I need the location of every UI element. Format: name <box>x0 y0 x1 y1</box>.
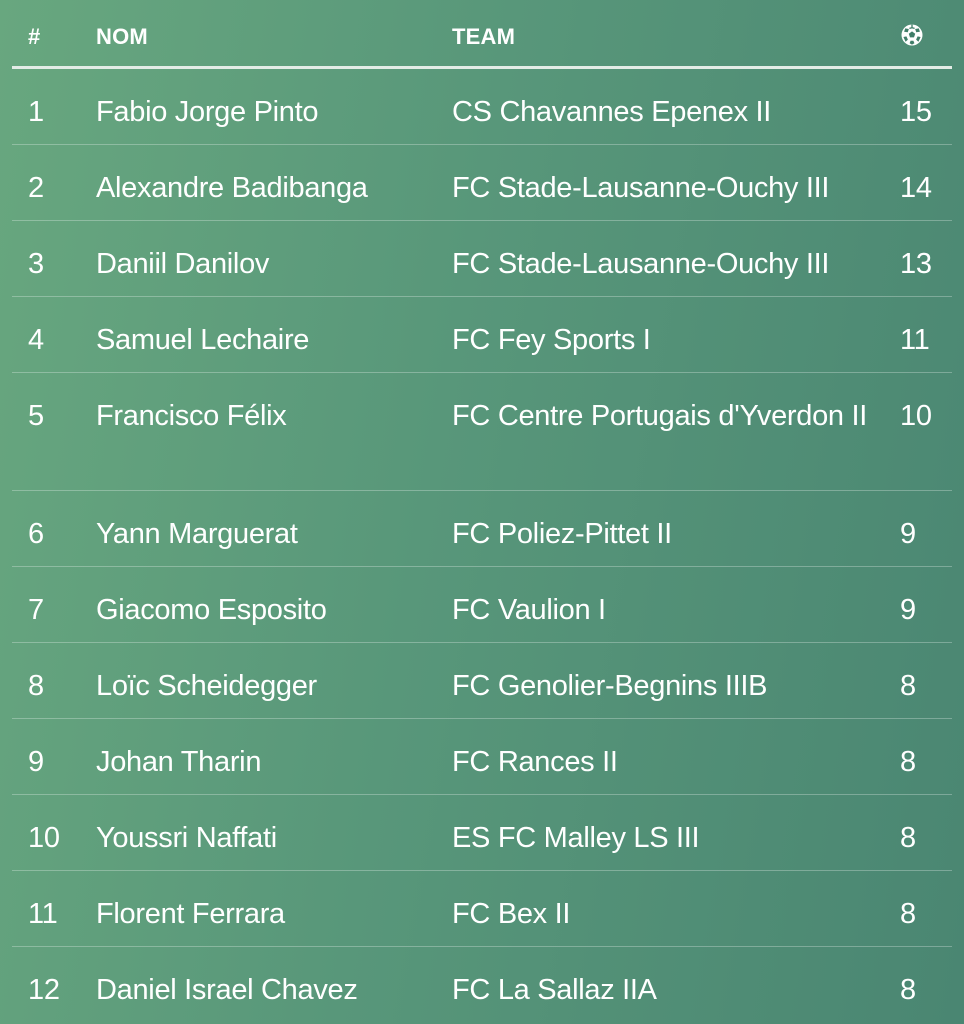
player-name-cell: Daniil Danilov <box>96 248 270 280</box>
table-row: 12 Daniel Israel Chavez FC La Sallaz IIA… <box>12 947 952 1023</box>
rank-cell: 7 <box>28 594 44 626</box>
player-name-cell: Samuel Lechaire <box>96 324 310 356</box>
header-rank: # <box>28 24 41 49</box>
player-name-cell: Alexandre Badibanga <box>96 172 368 204</box>
rank-cell: 1 <box>28 96 44 128</box>
table-row: 7 Giacomo Esposito FC Vaulion I 9 <box>12 567 952 643</box>
team-cell: FC Centre Portugais d'Yverdon II <box>452 400 868 432</box>
goals-cell: 15 <box>900 96 932 128</box>
soccer-ball-icon <box>901 24 923 46</box>
team-cell: FC Rances II <box>452 746 618 778</box>
player-name-cell: Fabio Jorge Pinto <box>96 96 319 128</box>
team-cell: FC La Sallaz IIA <box>452 974 657 1006</box>
table-row: 2 Alexandre Badibanga FC Stade-Lausanne-… <box>12 145 952 221</box>
team-cell: FC Poliez-Pittet II <box>452 518 672 550</box>
table-row: 10 Youssri Naffati ES FC Malley LS III 8 <box>12 795 952 871</box>
table-row: 5 Francisco Félix FC Centre Portugais d'… <box>12 373 952 491</box>
player-name-cell: Youssri Naffati <box>96 822 277 854</box>
team-cell: FC Stade-Lausanne-Ouchy III <box>452 172 830 204</box>
team-cell: FC Genolier-Begnins IIIB <box>452 670 768 702</box>
table-row: 8 Loïc Scheidegger FC Genolier-Begnins I… <box>12 643 952 719</box>
table-row: 11 Florent Ferrara FC Bex II 8 <box>12 871 952 947</box>
team-cell: FC Vaulion I <box>452 594 606 626</box>
goals-cell: 8 <box>900 898 916 930</box>
rank-cell: 9 <box>28 746 44 778</box>
rank-cell: 6 <box>28 518 44 550</box>
team-cell: FC Bex II <box>452 898 571 930</box>
goals-cell: 9 <box>900 594 916 626</box>
goals-cell: 9 <box>900 518 916 550</box>
table-row: 1 Fabio Jorge Pinto CS Chavannes Epenex … <box>12 69 952 145</box>
player-name-cell: Johan Tharin <box>96 746 262 778</box>
goals-cell: 8 <box>900 974 916 1006</box>
rank-cell: 3 <box>28 248 44 280</box>
player-name-cell: Yann Marguerat <box>96 518 298 550</box>
table-row: 6 Yann Marguerat FC Poliez-Pittet II 9 <box>12 491 952 567</box>
goals-cell: 8 <box>900 746 916 778</box>
rank-cell: 4 <box>28 324 44 356</box>
team-cell: FC Stade-Lausanne-Ouchy III <box>452 248 830 280</box>
goals-cell: 14 <box>900 172 932 204</box>
team-cell: FC Fey Sports I <box>452 324 651 356</box>
team-cell: ES FC Malley LS III <box>452 822 700 854</box>
player-name-cell: Francisco Félix <box>96 400 287 432</box>
scorers-table: # NOM TEAM 1 Fabio Jorge Pinto CS Chavan… <box>12 0 952 1023</box>
player-name-cell: Giacomo Esposito <box>96 594 327 626</box>
rank-cell: 12 <box>28 974 60 1006</box>
table-header: # NOM TEAM <box>12 0 952 69</box>
goals-cell: 8 <box>900 670 916 702</box>
header-team: TEAM <box>452 24 516 49</box>
rank-cell: 8 <box>28 670 44 702</box>
goals-cell: 10 <box>900 400 932 432</box>
table-row: 9 Johan Tharin FC Rances II 8 <box>12 719 952 795</box>
goals-cell: 8 <box>900 822 916 854</box>
rank-cell: 2 <box>28 172 44 204</box>
player-name-cell: Loïc Scheidegger <box>96 670 317 702</box>
team-cell: CS Chavannes Epenex II <box>452 96 772 128</box>
rank-cell: 10 <box>28 822 60 854</box>
player-name-cell: Florent Ferrara <box>96 898 285 930</box>
table-row: 3 Daniil Danilov FC Stade-Lausanne-Ouchy… <box>12 221 952 297</box>
player-name-cell: Daniel Israel Chavez <box>96 974 358 1006</box>
goals-cell: 11 <box>900 324 930 356</box>
table-row: 4 Samuel Lechaire FC Fey Sports I 11 <box>12 297 952 373</box>
goals-cell: 13 <box>900 248 932 280</box>
rank-cell: 11 <box>28 898 58 930</box>
rank-cell: 5 <box>28 400 44 432</box>
header-name: NOM <box>96 24 148 49</box>
